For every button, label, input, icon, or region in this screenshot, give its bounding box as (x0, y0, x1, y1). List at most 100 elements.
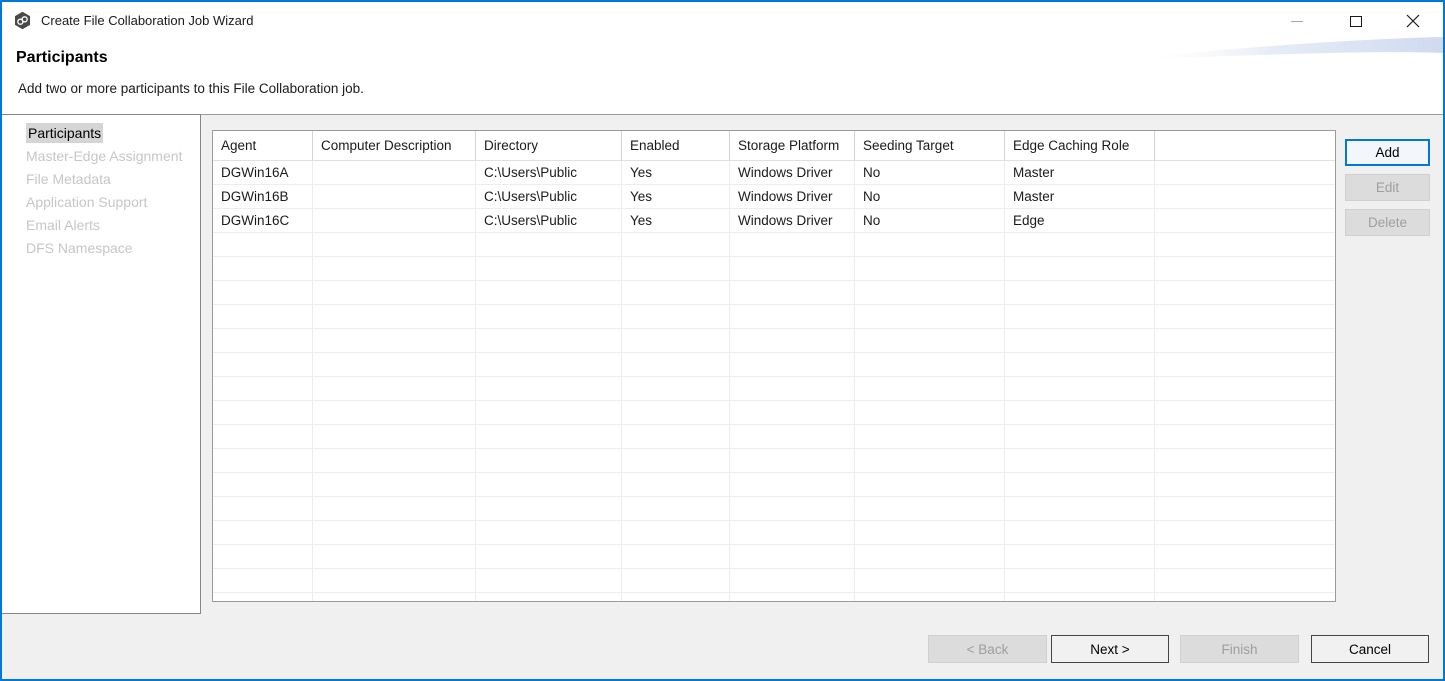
table-cell (313, 209, 476, 232)
sidebar-item-participants[interactable]: Participants (2, 122, 200, 145)
table-cell (213, 305, 313, 328)
table-cell (1155, 449, 1335, 472)
table-cell (855, 425, 1005, 448)
table-cell (313, 521, 476, 544)
titlebar: Create File Collaboration Job Wizard (2, 2, 1443, 40)
table-cell (622, 353, 730, 376)
column-header-edge-caching-role[interactable]: Edge Caching Role (1005, 131, 1155, 160)
table-cell (730, 521, 855, 544)
table-cell (1155, 377, 1335, 400)
close-button[interactable] (1400, 10, 1426, 32)
content-area: Participants Master-Edge Assignment File M… (2, 115, 1443, 679)
table-cell (730, 473, 855, 496)
table-cell: C:\Users\Public (476, 161, 622, 184)
table-cell (1005, 305, 1155, 328)
back-button[interactable]: < Back (928, 635, 1047, 663)
table-cell (622, 257, 730, 280)
column-header-agent[interactable]: Agent (213, 131, 313, 160)
table-cell (313, 329, 476, 352)
sidebar-item-label: Master-Edge Assignment (26, 148, 182, 164)
table-cell (622, 233, 730, 256)
table-cell (476, 569, 622, 592)
table-empty-row (213, 497, 1335, 521)
column-header-directory[interactable]: Directory (476, 131, 622, 160)
table-empty-row (213, 593, 1335, 602)
table-cell (622, 329, 730, 352)
table-cell (313, 353, 476, 376)
sidebar-item-master-edge-assignment[interactable]: Master-Edge Assignment (2, 145, 200, 168)
table-cell (476, 425, 622, 448)
table-cell (213, 569, 313, 592)
table-cell (313, 449, 476, 472)
sidebar-item-dfs-namespace[interactable]: DFS Namespace (2, 237, 200, 260)
window-title: Create File Collaboration Job Wizard (41, 2, 253, 40)
table-cell: C:\Users\Public (476, 185, 622, 208)
table-cell (476, 401, 622, 424)
table-cell (1005, 233, 1155, 256)
table-empty-row (213, 377, 1335, 401)
table-header-row: AgentComputer DescriptionDirectoryEnable… (213, 131, 1335, 161)
table-cell: Yes (622, 161, 730, 184)
table-cell (1005, 329, 1155, 352)
sidebar-nav: Participants Master-Edge Assignment File M… (2, 114, 201, 614)
table-cell (1005, 425, 1155, 448)
column-header-blank[interactable] (1155, 131, 1335, 160)
column-header-storage-platform[interactable]: Storage Platform (730, 131, 855, 160)
table-cell (313, 305, 476, 328)
table-cell (476, 473, 622, 496)
table-cell (622, 545, 730, 568)
finish-button[interactable]: Finish (1180, 635, 1299, 663)
table-cell (313, 281, 476, 304)
table-cell (1155, 257, 1335, 280)
table-empty-row (213, 401, 1335, 425)
sidebar-item-file-metadata[interactable]: File Metadata (2, 168, 200, 191)
table-empty-row (213, 233, 1335, 257)
next-button[interactable]: Next > (1051, 635, 1169, 663)
table-cell: Windows Driver (730, 161, 855, 184)
sidebar-item-application-support[interactable]: Application Support (2, 191, 200, 214)
table-cell: No (855, 185, 1005, 208)
table-cell (730, 449, 855, 472)
table-cell (855, 497, 1005, 520)
table-cell (622, 497, 730, 520)
table-cell (855, 449, 1005, 472)
minimize-button[interactable] (1284, 10, 1310, 32)
edit-button[interactable]: Edit (1345, 174, 1430, 201)
sidebar-item-email-alerts[interactable]: Email Alerts (2, 214, 200, 237)
table-cell (476, 497, 622, 520)
table-cell (855, 401, 1005, 424)
table-cell (1005, 449, 1155, 472)
table-row[interactable]: DGWin16AC:\Users\PublicYesWindows Driver… (213, 161, 1335, 185)
table-row[interactable]: DGWin16CC:\Users\PublicYesWindows Driver… (213, 209, 1335, 233)
maximize-button[interactable] (1343, 10, 1369, 32)
column-header-computer-description[interactable]: Computer Description (313, 131, 476, 160)
table-empty-row (213, 353, 1335, 377)
table-cell (213, 521, 313, 544)
table-row[interactable]: DGWin16BC:\Users\PublicYesWindows Driver… (213, 185, 1335, 209)
table-cell (213, 377, 313, 400)
close-icon (1406, 14, 1420, 28)
delete-button[interactable]: Delete (1345, 209, 1430, 236)
table-cell (855, 593, 1005, 602)
table-cell (213, 257, 313, 280)
maximize-icon (1350, 16, 1362, 27)
table-cell (476, 329, 622, 352)
page-title: Participants (16, 49, 108, 67)
table-cell (622, 569, 730, 592)
table-cell (730, 353, 855, 376)
table-cell (1155, 305, 1335, 328)
table-cell (855, 305, 1005, 328)
table-cell (1155, 593, 1335, 602)
column-header-seeding-target[interactable]: Seeding Target (855, 131, 1005, 160)
table-cell: Yes (622, 209, 730, 232)
wizard-window: Create File Collaboration Job Wizard Par… (0, 0, 1445, 681)
cancel-button[interactable]: Cancel (1311, 635, 1429, 663)
table-empty-row (213, 473, 1335, 497)
table-cell (313, 401, 476, 424)
column-header-enabled[interactable]: Enabled (622, 131, 730, 160)
add-button[interactable]: Add (1345, 139, 1430, 166)
table-cell (730, 305, 855, 328)
table-cell (855, 473, 1005, 496)
table-cell (1155, 401, 1335, 424)
table-cell (730, 593, 855, 602)
